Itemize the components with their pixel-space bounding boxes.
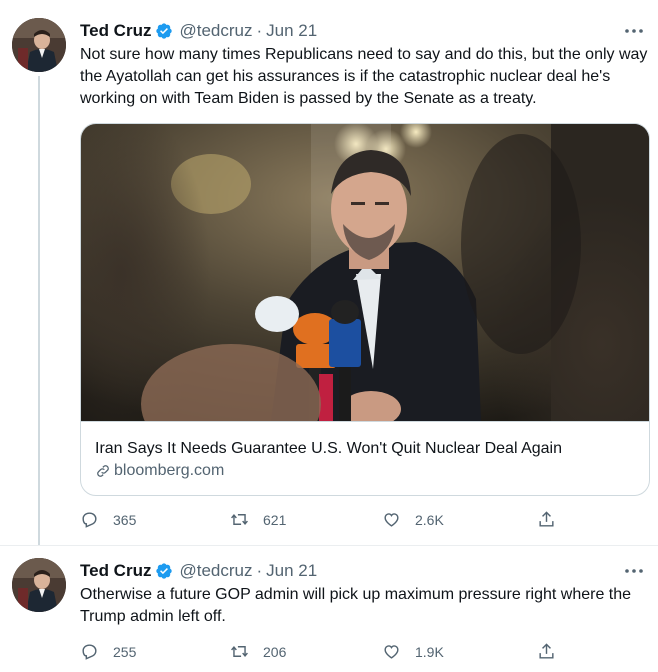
avatar[interactable] — [12, 558, 66, 612]
like-icon — [384, 513, 399, 527]
author-name[interactable]: Ted Cruz — [80, 561, 151, 581]
card-domain[interactable]: bloomberg.com — [95, 462, 224, 480]
tweet-text: Not sure how many times Republicans need… — [80, 46, 648, 107]
retweet-button[interactable]: 206 — [230, 642, 286, 661]
author-handle[interactable]: @tedcruz — [179, 561, 252, 581]
share-icon — [539, 511, 554, 527]
reply-count: 365 — [113, 511, 137, 528]
retweet-count: 621 — [263, 511, 287, 528]
tweet-text: Otherwise a future GOP admin will pick u… — [80, 586, 632, 625]
card-title[interactable]: Iran Says It Needs Guarantee U.S. Won't … — [95, 440, 562, 458]
tweet-actions: 255 206 1.9K — [80, 642, 580, 664]
author-name[interactable]: Ted Cruz — [80, 21, 151, 41]
thread-line — [38, 76, 40, 546]
avatar[interactable] — [12, 18, 66, 72]
card-image — [81, 124, 649, 494]
tweet-header: Ted Cruz @tedcruz · Jun 21 — [80, 560, 317, 582]
tweet-date[interactable]: Jun 21 — [266, 21, 317, 41]
like-button[interactable]: 1.9K — [382, 642, 444, 661]
separator-dot: · — [256, 21, 263, 40]
tweet[interactable]: Ted Cruz @tedcruz · Jun 21 Otherwise a f… — [0, 545, 658, 672]
tweet-actions: 365 621 2.6K — [80, 510, 580, 532]
tweet-date[interactable]: Jun 21 — [266, 561, 317, 581]
like-button[interactable]: 2.6K — [382, 510, 444, 529]
more-options-icon[interactable] — [622, 21, 646, 41]
retweet-count: 206 — [263, 643, 287, 660]
reply-icon — [82, 644, 97, 660]
retweet-button[interactable]: 621 — [230, 510, 286, 529]
separator-dot: · — [256, 561, 263, 580]
reply-count: 255 — [113, 643, 137, 660]
author-handle[interactable]: @tedcruz — [179, 21, 252, 41]
verified-badge-icon — [156, 563, 173, 579]
reply-button[interactable]: 255 — [80, 642, 136, 661]
card-info[interactable]: Iran Says It Needs Guarantee U.S. Won't … — [81, 421, 649, 495]
link-card[interactable]: Iran Says It Needs Guarantee U.S. Won't … — [80, 123, 650, 496]
link-icon — [97, 465, 109, 477]
card-domain-text: bloomberg.com — [114, 462, 225, 479]
tweet[interactable]: Ted Cruz @tedcruz · Jun 21 Not sure how … — [0, 0, 658, 546]
verified-badge-icon — [156, 23, 173, 39]
tweet-header: Ted Cruz @tedcruz · Jun 21 — [80, 20, 317, 42]
share-button[interactable] — [537, 510, 556, 529]
reply-button[interactable]: 365 — [80, 510, 136, 529]
retweet-icon — [231, 514, 248, 525]
share-button[interactable] — [537, 642, 556, 661]
more-options-icon[interactable] — [622, 561, 646, 581]
reply-icon — [82, 512, 97, 528]
share-icon — [539, 643, 554, 659]
retweet-icon — [231, 646, 248, 657]
like-count: 1.9K — [415, 643, 444, 660]
like-icon — [384, 645, 399, 659]
like-count: 2.6K — [415, 511, 444, 528]
